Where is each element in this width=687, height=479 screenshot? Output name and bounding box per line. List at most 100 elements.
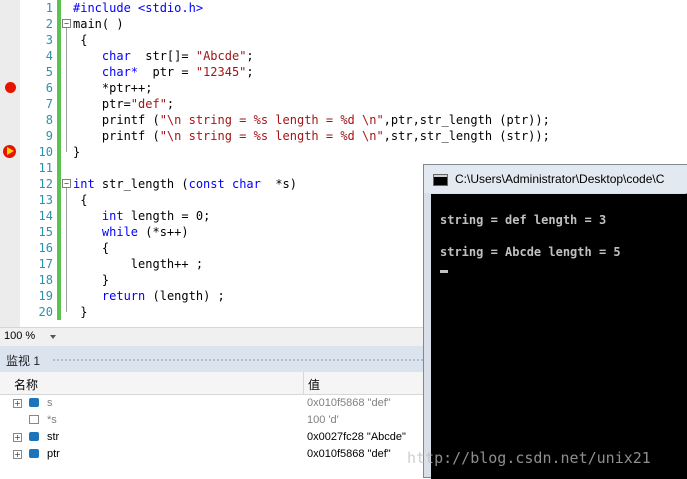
variable-icon bbox=[29, 398, 39, 407]
console-line: string = def length = 3 bbox=[440, 213, 607, 227]
variable-icon bbox=[29, 449, 39, 458]
code-line[interactable]: int str_length (const char *s) bbox=[73, 176, 297, 192]
watch-value[interactable]: 0x010f5868 "def" bbox=[307, 397, 391, 409]
line-number: 20 bbox=[38, 305, 53, 319]
breakpoint-icon[interactable] bbox=[5, 82, 16, 93]
code-token: length++ ; bbox=[73, 257, 204, 271]
code-line[interactable]: while (*s++) bbox=[73, 224, 189, 240]
code-line[interactable]: printf ("\n string = %s length = %d \n",… bbox=[73, 128, 550, 144]
code-line[interactable]: printf ("\n string = %s length = %d \n",… bbox=[73, 112, 550, 128]
code-line[interactable]: length++ ; bbox=[73, 256, 203, 272]
code-token: #include <stdio.h> bbox=[73, 1, 204, 15]
expand-icon[interactable]: + bbox=[13, 399, 22, 408]
code-token: "\n string = %s length = %d \n" bbox=[159, 113, 384, 127]
breakpoint-gutter[interactable] bbox=[0, 0, 20, 327]
column-divider[interactable] bbox=[303, 372, 304, 394]
console-title: C:\Users\Administrator\Desktop\code\C bbox=[455, 172, 665, 186]
console-output[interactable]: string = def length = 3 string = Abcde l… bbox=[431, 194, 687, 479]
code-token: ,ptr,str_length (ptr)); bbox=[383, 113, 550, 127]
console-title-bar[interactable]: C:\Users\Administrator\Desktop\code\C bbox=[424, 165, 687, 193]
code-token: (length) ; bbox=[145, 289, 225, 303]
line-number: 18 bbox=[38, 273, 53, 287]
code-token: ptr= bbox=[73, 97, 131, 111]
code-token: str[]= bbox=[130, 49, 196, 63]
code-token: "\n string = %s length = %d \n" bbox=[159, 129, 384, 143]
watch-value[interactable]: 0x0027fc28 "Abcde" bbox=[307, 431, 406, 443]
code-line[interactable]: { bbox=[73, 240, 109, 256]
current-statement-arrow-icon[interactable] bbox=[3, 145, 16, 158]
line-number: 17 bbox=[38, 257, 53, 271]
watch-value[interactable]: 100 'd' bbox=[307, 414, 339, 426]
code-line[interactable]: int length = 0; bbox=[73, 208, 210, 224]
watermark: http://blog.csdn.net/unix21 bbox=[407, 449, 651, 467]
line-number: 14 bbox=[38, 209, 53, 223]
code-line[interactable]: main( ) bbox=[73, 16, 124, 32]
code-line[interactable]: return (length) ; bbox=[73, 288, 225, 304]
code-token: (*s++) bbox=[138, 225, 189, 239]
console-cursor bbox=[440, 270, 448, 273]
code-line[interactable]: } bbox=[73, 144, 80, 160]
code-token: const bbox=[188, 177, 225, 191]
code-token: } bbox=[73, 305, 88, 319]
collapse-main-icon[interactable]: − bbox=[62, 19, 71, 28]
watch-name[interactable]: str bbox=[47, 431, 59, 443]
code-token: { bbox=[73, 193, 88, 207]
fold-guide bbox=[66, 188, 67, 312]
line-number: 15 bbox=[38, 225, 53, 239]
code-token: printf ( bbox=[73, 113, 160, 127]
line-number: 5 bbox=[45, 65, 53, 79]
code-token: ,str,str_length (str)); bbox=[383, 129, 550, 143]
watch-value[interactable]: 0x010f5868 "def" bbox=[307, 448, 391, 460]
code-token: str_length ( bbox=[94, 177, 189, 191]
code-token: { bbox=[73, 241, 110, 255]
code-token: "Abcde" bbox=[195, 49, 247, 63]
line-number: 13 bbox=[38, 193, 53, 207]
code-token: int bbox=[101, 209, 124, 223]
line-number: 2 bbox=[45, 17, 53, 31]
code-token: while bbox=[101, 225, 139, 239]
code-line[interactable]: ptr="def"; bbox=[73, 96, 174, 112]
code-token: length = 0; bbox=[123, 209, 211, 223]
line-number: 11 bbox=[38, 161, 53, 175]
zoom-level[interactable]: 100 % bbox=[4, 330, 35, 342]
code-line[interactable]: *ptr++; bbox=[73, 80, 153, 96]
zoom-dropdown-icon[interactable] bbox=[50, 335, 56, 339]
column-value-header[interactable]: 值 bbox=[308, 376, 320, 393]
variable-icon bbox=[29, 432, 39, 441]
code-line[interactable]: } bbox=[73, 272, 109, 288]
column-name-header[interactable]: 名称 bbox=[14, 376, 38, 393]
line-number: 12 bbox=[38, 177, 53, 191]
code-line[interactable]: { bbox=[73, 32, 87, 48]
code-token: ; bbox=[246, 49, 254, 63]
line-number: 4 bbox=[45, 49, 53, 63]
watch-title: 监视 1 bbox=[6, 354, 41, 368]
watch-name[interactable]: *s bbox=[47, 414, 57, 426]
code-line[interactable]: char* ptr = "12345"; bbox=[73, 64, 254, 80]
code-token: { bbox=[73, 33, 88, 47]
code-line[interactable]: { bbox=[73, 192, 87, 208]
code-token: ; bbox=[166, 97, 175, 111]
line-number: 9 bbox=[45, 129, 53, 143]
code-line[interactable]: char str[]= "Abcde"; bbox=[73, 48, 254, 64]
collapse-str-length-icon[interactable]: − bbox=[62, 179, 71, 188]
line-number: 16 bbox=[38, 241, 53, 255]
expand-icon[interactable]: + bbox=[13, 450, 22, 459]
watch-name[interactable]: s bbox=[47, 397, 53, 409]
code-token: "def" bbox=[130, 97, 167, 111]
code-token: } bbox=[73, 273, 110, 287]
code-token: ; bbox=[246, 65, 254, 79]
expand-icon[interactable]: + bbox=[13, 433, 22, 442]
drag-grip[interactable] bbox=[52, 358, 432, 362]
console-window[interactable]: C:\Users\Administrator\Desktop\code\C st… bbox=[423, 164, 687, 479]
code-token: *s) bbox=[260, 177, 297, 191]
code-line[interactable]: } bbox=[73, 304, 87, 320]
code-token: ptr = bbox=[138, 65, 196, 79]
code-line[interactable]: #include <stdio.h> bbox=[73, 0, 203, 16]
line-number: 6 bbox=[45, 81, 53, 95]
code-token: char bbox=[101, 49, 131, 63]
watch-name[interactable]: ptr bbox=[47, 448, 60, 460]
line-number: 19 bbox=[38, 289, 53, 303]
